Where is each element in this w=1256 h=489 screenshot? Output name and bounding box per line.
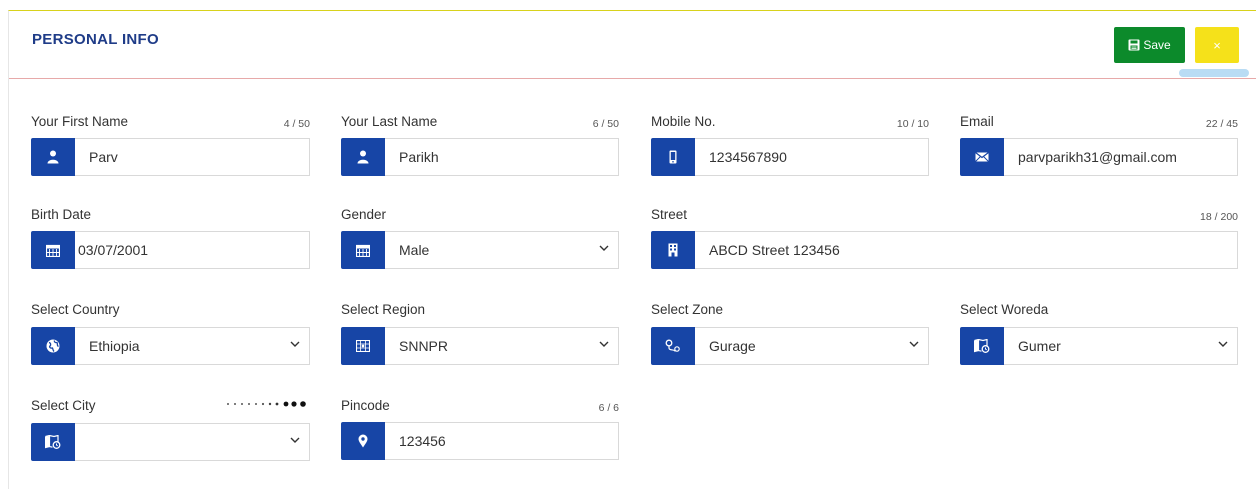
country-field: Select Country Ethiopia bbox=[31, 302, 310, 366]
city-field: Select City bbox=[31, 398, 310, 462]
gender-label: Gender bbox=[341, 207, 387, 222]
calendar-icon bbox=[341, 231, 385, 269]
street-input[interactable]: ABCD Street 123456 bbox=[695, 231, 1238, 269]
last-name-input[interactable]: Parikh bbox=[385, 138, 619, 176]
page-title: PERSONAL INFO bbox=[32, 31, 159, 48]
gender-group: Male bbox=[341, 231, 619, 269]
gender-selected-value: Male bbox=[399, 242, 430, 258]
panel-header: PERSONAL INFO Save × bbox=[9, 11, 1256, 79]
zone-label: Select Zone bbox=[651, 302, 724, 317]
personal-info-panel: PERSONAL INFO Save × Your First Name 4 /… bbox=[8, 10, 1256, 489]
mobile-input[interactable]: 1234567890 bbox=[695, 138, 929, 176]
focus-ring bbox=[1179, 69, 1249, 77]
woreda-group: Gumer bbox=[960, 327, 1238, 365]
chevron-down-icon bbox=[290, 437, 300, 444]
street-label: Street bbox=[651, 207, 688, 222]
email-field: Email 22 / 45 parvparikh31@gmail.com bbox=[960, 114, 1238, 176]
mobile-group: 1234567890 bbox=[651, 138, 929, 176]
email-group: parvparikh31@gmail.com bbox=[960, 138, 1238, 176]
building-icon bbox=[651, 231, 695, 269]
route-icon bbox=[651, 327, 695, 365]
gender-select[interactable]: Male bbox=[385, 231, 619, 269]
envelope-icon bbox=[960, 138, 1004, 176]
first-name-label: Your First Name bbox=[31, 114, 129, 129]
calendar-icon bbox=[31, 231, 75, 269]
user-icon bbox=[341, 138, 385, 176]
chevron-down-icon bbox=[290, 341, 300, 348]
map-marker-icon bbox=[960, 327, 1004, 365]
birth-date-label: Birth Date bbox=[31, 207, 92, 222]
region-group: SNNPR bbox=[341, 327, 619, 365]
map-marker-icon bbox=[31, 423, 75, 461]
region-field: Select Region SNNPR bbox=[341, 302, 619, 366]
city-select[interactable] bbox=[75, 423, 310, 461]
city-label: Select City bbox=[31, 398, 96, 413]
last-name-group: Parikh bbox=[341, 138, 619, 176]
mobile-label: Mobile No. bbox=[651, 114, 716, 129]
first-name-group: Parv bbox=[31, 138, 310, 176]
birth-date-input[interactable]: 03/07/2001 bbox=[75, 231, 310, 269]
pincode-input[interactable]: 123456 bbox=[385, 422, 619, 460]
close-button[interactable]: × bbox=[1195, 27, 1239, 63]
zone-selected-value: Gurage bbox=[709, 338, 756, 354]
first-name-field: Your First Name 4 / 50 Parv bbox=[31, 114, 310, 176]
city-group bbox=[31, 423, 310, 461]
pincode-label: Pincode bbox=[341, 398, 390, 413]
woreda-selected-value: Gumer bbox=[1018, 338, 1061, 354]
pincode-field: Pincode 6 / 6 123456 bbox=[341, 398, 619, 460]
woreda-label: Select Woreda bbox=[960, 302, 1049, 317]
save-icon bbox=[1128, 39, 1140, 51]
save-button[interactable]: Save bbox=[1114, 27, 1185, 63]
last-name-field: Your Last Name 6 / 50 Parikh bbox=[341, 114, 619, 176]
globe-icon bbox=[31, 327, 75, 365]
chevron-down-icon bbox=[909, 341, 919, 348]
loading-dots-icon bbox=[226, 399, 310, 409]
birth-date-group: 03/07/2001 bbox=[31, 231, 310, 269]
map-icon bbox=[341, 327, 385, 365]
woreda-select[interactable]: Gumer bbox=[1004, 327, 1238, 365]
pincode-group: 123456 bbox=[341, 422, 619, 460]
street-group: ABCD Street 123456 bbox=[651, 231, 1238, 269]
country-label: Select Country bbox=[31, 302, 120, 317]
zone-group: Gurage bbox=[651, 327, 929, 365]
mobile-counter: 10 / 10 bbox=[896, 118, 929, 130]
country-selected-value: Ethiopia bbox=[89, 338, 140, 354]
pincode-counter: 6 / 6 bbox=[598, 402, 619, 414]
birth-date-field: Birth Date 03/07/2001 bbox=[31, 207, 310, 269]
email-input[interactable]: parvparikh31@gmail.com bbox=[1004, 138, 1238, 176]
chevron-down-icon bbox=[599, 341, 609, 348]
email-label: Email bbox=[960, 114, 994, 129]
zone-field: Select Zone Gurage bbox=[651, 302, 929, 366]
user-icon bbox=[31, 138, 75, 176]
last-name-counter: 6 / 50 bbox=[592, 118, 619, 130]
chevron-down-icon bbox=[1218, 341, 1228, 348]
last-name-label: Your Last Name bbox=[341, 114, 438, 129]
region-select[interactable]: SNNPR bbox=[385, 327, 619, 365]
location-pin-icon bbox=[341, 422, 385, 460]
country-select[interactable]: Ethiopia bbox=[75, 327, 310, 365]
region-label: Select Region bbox=[341, 302, 426, 317]
save-button-label: Save bbox=[1143, 38, 1171, 52]
first-name-input[interactable]: Parv bbox=[75, 138, 310, 176]
chevron-down-icon bbox=[599, 245, 609, 252]
gender-field: Gender Male bbox=[341, 207, 619, 269]
woreda-field: Select Woreda Gumer bbox=[960, 302, 1238, 366]
first-name-counter: 4 / 50 bbox=[283, 118, 310, 130]
close-icon: × bbox=[1213, 37, 1221, 53]
street-field: Street 18 / 200 ABCD Street 123456 bbox=[651, 207, 1238, 269]
zone-select[interactable]: Gurage bbox=[695, 327, 929, 365]
region-selected-value: SNNPR bbox=[399, 338, 449, 354]
country-group: Ethiopia bbox=[31, 327, 310, 365]
email-counter: 22 / 45 bbox=[1205, 118, 1238, 130]
mobile-field: Mobile No. 10 / 10 1234567890 bbox=[651, 114, 929, 176]
mobile-icon bbox=[651, 138, 695, 176]
street-counter: 18 / 200 bbox=[1200, 211, 1238, 223]
